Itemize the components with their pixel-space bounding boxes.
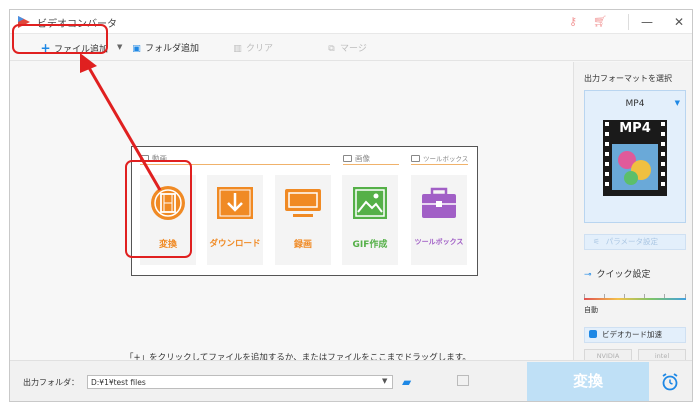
minimize-button[interactable]: —	[639, 14, 655, 30]
section-image: 画像	[343, 153, 370, 164]
gpu-checkbox-icon	[589, 330, 597, 338]
toolbar: + ファイル追加 ▼ ▣ フォルダ追加 ▥ クリア ⧉ マージ	[10, 35, 692, 61]
app-window: ビデオコンバータ ⚷ 🛒︎ — ✕ + ファイル追加 ▼ ▣ フォルダ追加 ▥ クリア…	[9, 9, 693, 402]
format-selector[interactable]: MP4 ▼ MP4	[584, 90, 686, 223]
gpu-acceleration-label: ビデオカード加速	[602, 330, 662, 339]
add-file-dropdown-icon[interactable]: ▼	[117, 43, 122, 51]
titlebar-divider	[628, 14, 629, 30]
gpu-acceleration-toggle[interactable]: ビデオカード加速	[584, 327, 686, 343]
slider-tick	[624, 294, 625, 298]
slider-tick	[604, 294, 605, 298]
output-format-panel: 出力フォーマットを選択 MP4 ▼ MP4 ⚟ パラメータ設定 ⊸ クイック設定…	[573, 62, 692, 363]
key-icon[interactable]: ⚷	[565, 14, 581, 30]
parameter-settings-button[interactable]: ⚟ パラメータ設定	[584, 234, 686, 250]
open-folder-icon[interactable]: ▰	[402, 375, 411, 389]
section-toolbox-label: ツールボックス	[423, 155, 469, 163]
section-toolbox-line	[411, 164, 468, 165]
slider-tick	[644, 294, 645, 298]
folder-add-icon: ▣	[132, 44, 141, 54]
output-folder-input[interactable]	[87, 375, 393, 389]
convert-card-highlight	[125, 160, 192, 258]
toolbox-card[interactable]: ツールボックス	[411, 175, 467, 265]
sliders-icon: ⚟	[593, 237, 600, 246]
image-section-icon	[343, 155, 352, 162]
add-folder-label: フォルダ追加	[145, 44, 200, 54]
image-icon	[353, 187, 387, 219]
output-format-title: 出力フォーマットを選択	[584, 74, 672, 83]
merge-icon: ⧉	[328, 44, 335, 54]
download-icon	[217, 187, 253, 219]
merge-button[interactable]: ⧉ マージ	[326, 41, 367, 54]
section-toolbox: ツールボックス	[411, 153, 468, 163]
title-bar: ビデオコンバータ ⚷ 🛒︎ — ✕	[10, 10, 692, 34]
quick-settings[interactable]: ⊸ クイック設定	[584, 267, 651, 280]
quality-slider[interactable]	[584, 298, 686, 300]
format-name: MP4	[625, 99, 645, 109]
record-card[interactable]: 録画	[275, 175, 331, 265]
bottom-bar: 出力フォルダ： ▼ ▰ 変換	[10, 360, 692, 401]
slider-tick	[685, 294, 686, 298]
export-icon[interactable]	[457, 375, 469, 386]
download-card-label: ダウンロード	[209, 239, 261, 249]
add-folder-button[interactable]: ▣ フォルダ追加	[131, 41, 199, 54]
mp4-badge: MP4	[619, 121, 651, 136]
clear-button[interactable]: ▥ クリア	[232, 41, 273, 54]
section-image-label: 画像	[355, 154, 370, 163]
add-file-highlight	[12, 24, 108, 54]
screen-record-icon	[285, 189, 321, 217]
gif-card-label: GIF作成	[352, 240, 388, 250]
toolbox-section-icon	[411, 155, 420, 162]
gif-card[interactable]: GIF作成	[342, 175, 398, 265]
drop-area[interactable]: 動画 画像 ツールボックス 変換 ダウンロード 録画 GIF作成 ツールボックス…	[10, 62, 572, 363]
format-dropdown-icon[interactable]: ▼	[675, 99, 680, 107]
merge-label: マージ	[340, 44, 367, 54]
slider-tick	[664, 294, 665, 298]
close-button[interactable]: ✕	[671, 14, 687, 30]
clear-label: クリア	[246, 44, 274, 54]
auto-label: 自動	[584, 306, 598, 314]
convert-button[interactable]: 変換	[527, 362, 649, 401]
parameter-settings-label: パラメータ設定	[605, 237, 659, 246]
section-image-line	[343, 164, 399, 165]
cart-icon[interactable]: 🛒︎	[592, 14, 608, 30]
output-folder-label: 出力フォルダ：	[23, 378, 79, 387]
download-card[interactable]: ダウンロード	[207, 175, 263, 265]
quick-settings-label: クイック設定	[596, 270, 651, 280]
slider-tick	[584, 294, 585, 298]
toolbox-card-label: ツールボックス	[414, 238, 464, 246]
alarm-clock-icon[interactable]	[660, 372, 680, 392]
toolbox-icon	[422, 187, 456, 218]
trash-icon: ▥	[233, 44, 242, 54]
output-folder-dropdown-icon[interactable]: ▼	[382, 377, 387, 385]
quick-settings-icon: ⊸	[584, 270, 592, 280]
record-card-label: 録画	[293, 240, 312, 250]
